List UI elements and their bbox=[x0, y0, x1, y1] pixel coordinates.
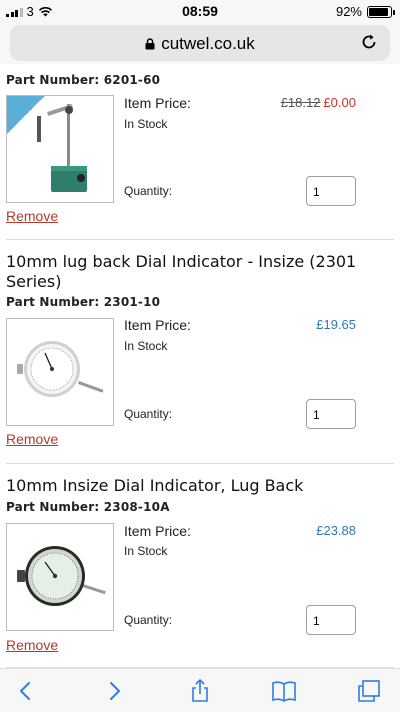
item-price: £23.88 bbox=[316, 523, 356, 538]
remove-link[interactable]: Remove bbox=[6, 431, 58, 447]
item-price: £18.12 £0.00 bbox=[281, 95, 356, 110]
old-price: £18.12 bbox=[280, 95, 321, 110]
tabs-icon[interactable] bbox=[356, 679, 382, 703]
quantity-label: Quantity: bbox=[124, 613, 173, 627]
quantity-label: Quantity: bbox=[124, 184, 173, 198]
price-label: Item Price: bbox=[124, 95, 191, 111]
product-image[interactable] bbox=[6, 523, 114, 631]
stock-status: In Stock bbox=[124, 544, 168, 558]
item-price: £19.65 bbox=[316, 317, 356, 332]
chevron-right-icon[interactable] bbox=[100, 679, 126, 703]
url-text: cutwel.co.uk bbox=[161, 34, 255, 53]
browser-toolbar bbox=[0, 668, 400, 712]
dial-indicator-image bbox=[17, 341, 104, 397]
status-right: 92% bbox=[335, 4, 395, 19]
reload-icon[interactable] bbox=[360, 33, 378, 51]
stock-status: In Stock bbox=[124, 117, 168, 131]
product-image[interactable]: BUY 2 GET 1 FREE! bbox=[6, 95, 114, 203]
product-title[interactable]: 10mm lug back Dial Indicator - Insize (2… bbox=[6, 252, 376, 292]
basket-content: Part Number: 6201-60 BUY 2 GET 1 FREE! I… bbox=[0, 64, 400, 668]
product-title[interactable]: 10mm Insize Dial Indicator, Lug Back bbox=[6, 476, 376, 496]
dial-indicator-image bbox=[17, 546, 106, 606]
basket-item: 10mm lug back Dial Indicator - Insize (2… bbox=[6, 252, 394, 452]
magnetic-stand-image: BUY 2 GET 1 FREE! bbox=[7, 96, 87, 192]
remove-link[interactable]: Remove bbox=[6, 637, 58, 653]
url-display: cutwel.co.uk bbox=[10, 34, 390, 54]
status-bar: 3 08:59 92% bbox=[0, 0, 400, 22]
stock-status: In Stock bbox=[124, 339, 168, 353]
address-bar[interactable]: cutwel.co.uk bbox=[10, 25, 390, 61]
product-image[interactable] bbox=[6, 318, 114, 426]
price-label: Item Price: bbox=[124, 317, 191, 333]
part-number: Part Number: 2301-10 bbox=[6, 295, 161, 309]
part-number: Part Number: 6201-60 bbox=[6, 73, 161, 87]
book-icon[interactable] bbox=[271, 679, 297, 703]
part-number: Part Number: 2308-10A bbox=[6, 500, 170, 514]
basket-item: Part Number: 6201-60 BUY 2 GET 1 FREE! I… bbox=[6, 64, 394, 234]
remove-link[interactable]: Remove bbox=[6, 208, 58, 224]
quantity-label: Quantity: bbox=[124, 407, 173, 421]
sale-price: £0.00 bbox=[323, 95, 356, 110]
share-icon[interactable] bbox=[187, 679, 213, 703]
battery-icon bbox=[367, 5, 395, 18]
quantity-input[interactable]: 1 bbox=[306, 605, 356, 635]
divider bbox=[6, 463, 394, 464]
battery-percent: 92% bbox=[335, 4, 362, 19]
quantity-input[interactable]: 1 bbox=[306, 176, 356, 206]
browser-address-area: cutwel.co.uk bbox=[0, 22, 400, 64]
divider bbox=[6, 239, 394, 240]
basket-item: 10mm Insize Dial Indicator, Lug Back Par… bbox=[6, 476, 394, 666]
chevron-left-icon[interactable] bbox=[14, 679, 40, 703]
quantity-input[interactable]: 1 bbox=[306, 399, 356, 429]
price-label: Item Price: bbox=[124, 523, 191, 539]
lock-icon bbox=[145, 38, 155, 50]
